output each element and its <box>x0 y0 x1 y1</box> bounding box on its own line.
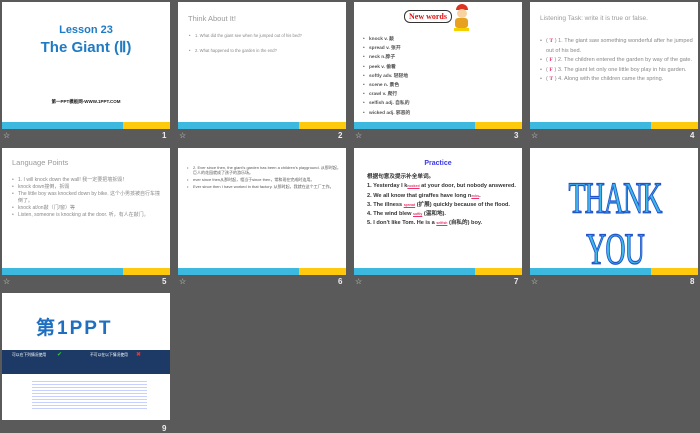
point-item: 2. Ever since then, the giant's garden h… <box>186 165 341 175</box>
point-item: ever since then从那时起，相当于since then，常和现在完成… <box>186 177 341 182</box>
practice-line: 2. We all know that giraffes have long n… <box>367 192 481 199</box>
slide-number: 1 <box>162 131 167 140</box>
slide-number: 2 <box>338 131 343 140</box>
allowed-heading: 可以在下列情况使用 <box>12 353 47 357</box>
color-bar <box>2 122 170 129</box>
statement-text: 3. The giant let only one little boy pla… <box>557 66 687 73</box>
slide-heading: Listening Task: write it is true or fals… <box>540 15 648 22</box>
word-item: scene n. 景色 <box>362 81 410 90</box>
color-bar <box>178 122 346 129</box>
transition-star-icon: ☆ <box>179 277 187 286</box>
instruction-text: 根据句意及提示补全单词。 <box>367 174 435 180</box>
statement-text: 2. The children entered the garden by wa… <box>557 57 693 63</box>
practice-line: 3. The illness spread (扩展) quickly becau… <box>367 201 510 208</box>
true-false-item: ( T ) 4. Along with the children came th… <box>539 75 694 85</box>
new-words-banner: New words <box>404 10 452 23</box>
color-bar <box>530 122 698 129</box>
color-bar <box>2 268 170 275</box>
color-bar <box>178 268 346 275</box>
word-item: crawl v. 爬行 <box>362 90 410 99</box>
practice-line: 1. Yesterday I knocked at your door, but… <box>367 183 516 190</box>
point-item: knock at/on敲（门/窗）等 <box>11 205 161 212</box>
color-bar <box>354 268 522 275</box>
slide-thumbnail-4[interactable]: Listening Task: write it is true or fals… <box>530 2 698 129</box>
slide-number: 6 <box>338 277 343 286</box>
check-icon: ✔ <box>57 352 63 358</box>
slide-thumbnail-9[interactable]: 第1PPT 可以在下列情况使用 ✔ 不可以在以下情况使用 ✖ <box>2 293 170 420</box>
transition-star-icon: ☆ <box>355 277 363 286</box>
answer-mark: F <box>549 66 553 73</box>
slide-thumbnail-6[interactable]: 2. Ever since then, the giant's garden h… <box>178 148 346 275</box>
transition-star-icon: ☆ <box>531 277 539 286</box>
slide-thumbnail-7[interactable]: Practice 根据句意及提示补全单词。 1. Yesterday I kno… <box>354 148 522 275</box>
info-band: 可以在下列情况使用 ✔ 不可以在以下情况使用 ✖ <box>2 350 170 374</box>
footer-text: 第一PPT模板网-WWW.1PPT.COM <box>51 99 121 104</box>
point-item: 1. I will knock down the wall! 我一定要把墙拆毁！ <box>11 177 161 184</box>
point-item: Ever since then I have worked in that fa… <box>186 184 341 189</box>
transition-star-icon: ☆ <box>179 131 187 140</box>
slide-thumbnail-3[interactable]: New words knock v. 敲 spread v. 张开 neck n… <box>354 2 522 129</box>
slide-thumbnail-2[interactable]: Think About It! 1. What did the giant se… <box>178 2 346 129</box>
true-false-item: ( F ) 3. The giant let only one little b… <box>539 66 694 76</box>
slide-number: 8 <box>690 277 695 286</box>
lesson-label: Lesson 23 <box>59 24 113 36</box>
point-item: The little boy was knocked down by bike.… <box>11 191 161 205</box>
slide-heading: Language Points <box>12 158 69 167</box>
statement-text: 4. Along with the children came the spri… <box>558 76 664 82</box>
word-item: peek v. 偷看 <box>362 63 410 72</box>
slide-thumbnail-1[interactable]: Lesson 23 The Giant (Ⅱ) 第一PPT模板网-WWW.1PP… <box>2 2 170 129</box>
slide-number: 5 <box>162 277 167 286</box>
answer-mark: T <box>549 76 554 82</box>
slide-heading: Think About It! <box>188 14 236 23</box>
practice-line: 5. I don't like Tom. He is a selfish (自私… <box>367 220 483 227</box>
true-false-item: ( T ) 1. The giant saw something wonderf… <box>539 37 694 56</box>
transition-star-icon: ☆ <box>3 277 11 286</box>
forbidden-heading: 不可以在以下情况使用 <box>90 353 128 357</box>
word-item: neck n.脖子 <box>362 53 410 62</box>
word-item: knock v. 敲 <box>362 35 410 44</box>
thank-you-wordart: THANK YOU <box>568 173 663 275</box>
word-item: selfish adj. 自私的 <box>362 99 410 108</box>
transition-star-icon: ☆ <box>531 131 539 140</box>
statement-text: 1. The giant saw something wonderful aft… <box>546 38 693 54</box>
ppt-logo: 第1PPT <box>36 318 113 339</box>
cartoon-kid-icon <box>452 4 470 32</box>
question-item: 1. What did the giant see when he jumped… <box>188 33 338 39</box>
question-item: 2. What happened to the garden in the en… <box>188 48 338 54</box>
slide-thumbnail-5[interactable]: Language Points 1. I will knock down the… <box>2 148 170 275</box>
practice-line: 4. The wind blew softly (温和地). <box>367 211 446 218</box>
slide-number: 3 <box>514 131 519 140</box>
color-bar <box>530 268 698 275</box>
word-item: spread v. 张开 <box>362 44 410 53</box>
slide-number: 9 <box>162 424 167 433</box>
slide-number: 7 <box>514 277 519 286</box>
answer-mark: F <box>549 57 553 63</box>
transition-star-icon: ☆ <box>355 131 363 140</box>
point-item: Listen, someone is knocking at the door.… <box>11 212 161 219</box>
color-bar <box>354 122 522 129</box>
word-item: wicked adj. 邪恶的 <box>362 109 410 118</box>
slide-title: The Giant (Ⅱ) <box>40 39 132 56</box>
slide-number: 4 <box>690 131 695 140</box>
answer-mark: T <box>549 38 554 44</box>
word-item: softly adv. 轻轻地 <box>362 72 410 81</box>
true-false-item: ( F ) 2. The children entered the garden… <box>539 56 694 66</box>
cross-icon: ✖ <box>136 352 142 358</box>
point-item: knock down撞倒，拆毁 <box>11 184 161 191</box>
links-area <box>32 379 147 409</box>
slide-thumbnail-8[interactable]: THANK YOU <box>530 148 698 275</box>
slide-heading: Practice <box>424 160 452 167</box>
transition-star-icon: ☆ <box>3 131 11 140</box>
